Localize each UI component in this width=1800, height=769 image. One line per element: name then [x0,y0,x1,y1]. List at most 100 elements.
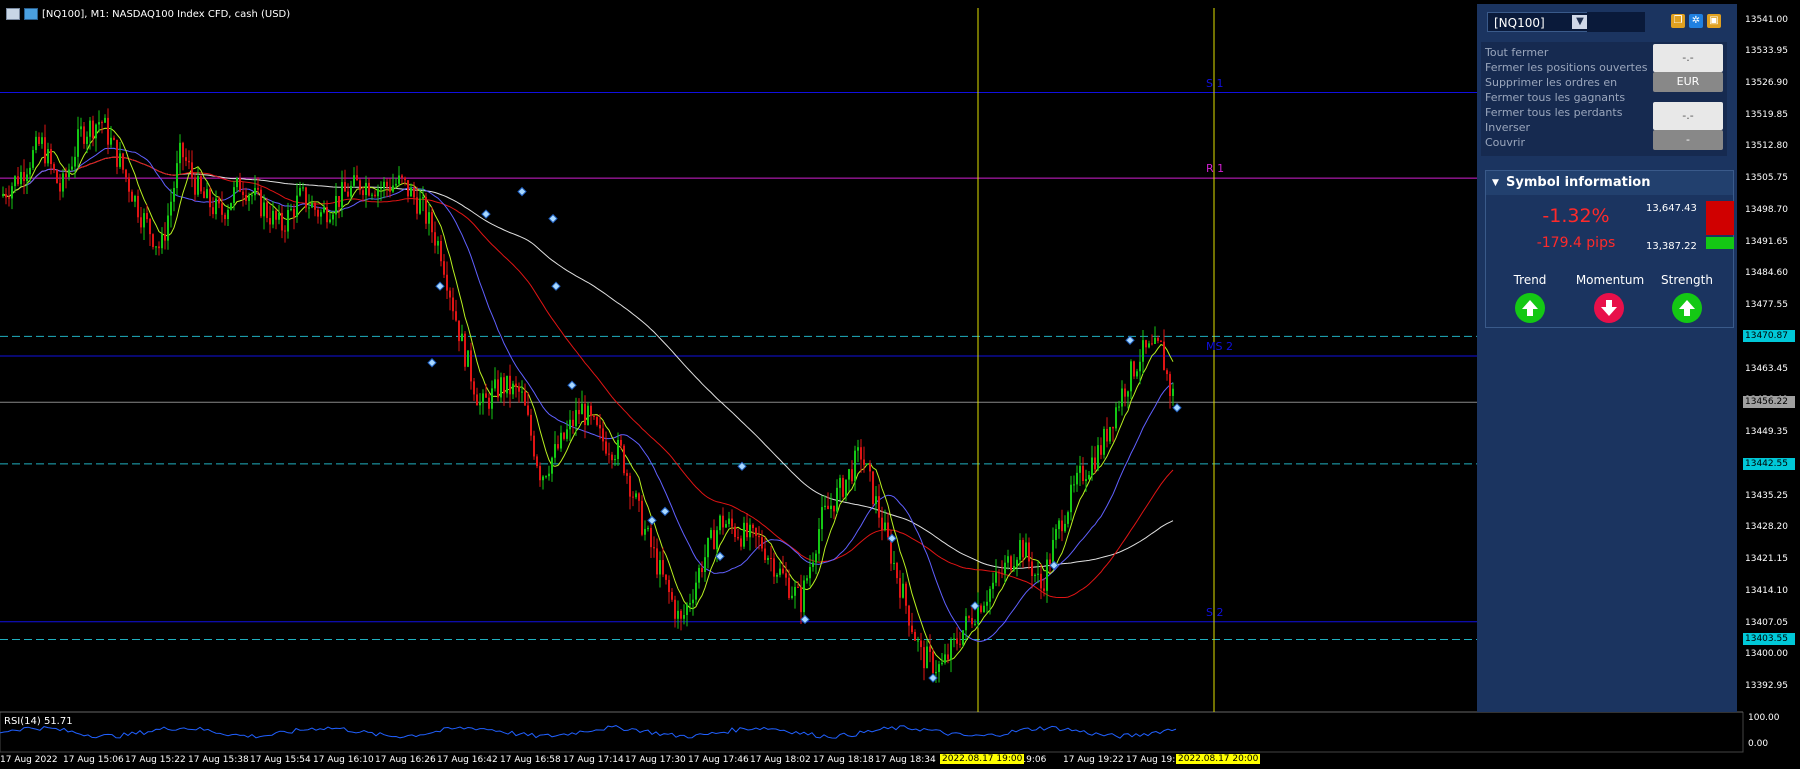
candle-body [461,333,463,342]
chevron-down-icon[interactable]: ▼ [1572,15,1588,29]
candle-body [626,473,628,476]
candle-body [431,212,433,233]
candle-body [173,188,175,202]
dash-button[interactable]: - [1653,130,1723,150]
symbol-info-header[interactable]: ▼ Symbol information [1486,171,1733,195]
candle-body [1133,361,1135,377]
candle-body [158,246,160,249]
candle-body [554,444,556,458]
rsi-label: RSI(14) 51.71 [4,716,73,727]
candle-body [113,137,115,140]
candle-body [185,157,187,161]
candle-body [902,583,904,598]
menu-reverse[interactable]: Inverser [1485,121,1530,134]
candle-body [1172,388,1174,396]
candle-body [95,124,97,139]
chart-window-icon[interactable] [6,8,20,20]
candle-body [878,496,880,518]
pivot-label-1: R 1 [1206,162,1225,176]
rsi-max-label: 100.00 [1748,713,1780,723]
candle-body [617,439,619,460]
candle-body [1076,472,1078,485]
candle-body [809,566,811,579]
collapse-triangle-icon[interactable]: ▼ [1492,171,1499,195]
price-scale[interactable]: 13541.00 13533.95 13526.90 13519.85 13512.80… [1743,0,1800,712]
candle-body [302,187,304,189]
momentum-label: Momentum [1575,273,1645,287]
candle-body [992,582,994,589]
candle-body [230,202,232,210]
time-tick-label: 17 Aug 15:54 [250,755,311,765]
candle-body [1127,391,1129,397]
candle-body [683,615,685,619]
candle-body [710,530,712,538]
menu-close-winners[interactable]: Fermer tous les gagnants [1485,91,1625,104]
candle-body [896,562,898,579]
candle-body [5,194,7,198]
candle-body [77,129,79,157]
candle-body [497,379,499,398]
lot-input[interactable] [1587,12,1645,32]
price-tick-label: 13428.20 [1745,522,1788,533]
price-tick-label: 13498.70 [1745,204,1788,215]
candle-body [548,473,550,477]
time-tick-label: 17 Aug 16:10 [313,755,374,765]
candle-body [1079,465,1081,473]
candle-body [716,530,718,550]
candle-body [350,185,352,197]
candle-body [740,538,742,547]
candle-body [155,246,157,248]
chart-type-icon[interactable] [24,8,38,20]
menu-close-open-positions[interactable]: Fermer les positions ouvertes [1485,61,1648,74]
candle-body [557,444,559,449]
value-button-2[interactable]: -.- [1653,102,1723,130]
candle-body [863,459,865,465]
candle-body [101,122,103,124]
currency-button[interactable]: EUR [1653,72,1723,92]
price-tick-label: 13519.85 [1745,109,1788,120]
candle-body [1130,361,1132,392]
menu-hedge[interactable]: Couvrir [1485,136,1525,149]
candle-body [29,167,31,175]
candle-body [152,234,154,248]
candle-body [677,610,679,619]
candle-body [701,567,703,573]
candle-body [911,625,913,633]
menu-close-all[interactable]: Tout fermer [1485,46,1548,59]
candle-body [362,190,364,196]
menu-close-losers[interactable]: Fermer tous les perdants [1485,106,1622,119]
candle-body [194,177,196,195]
candle-body [251,195,253,197]
candle-body [956,638,958,644]
candle-body [620,439,622,446]
candle-body [884,522,886,531]
time-tick-label: 17 Aug 16:42 [437,755,498,765]
candle-body [1103,428,1105,455]
symbol-selector[interactable]: [NQ100] ▼ [1487,12,1591,32]
candle-body [440,240,442,262]
symbol-info-box: ▼ Symbol information -1.32% -179.4 pips … [1485,170,1734,328]
menu-delete-orders[interactable]: Supprimer les ordres en [1485,76,1617,89]
candle-body [1118,406,1120,408]
candle-body [23,171,25,182]
low-value: 13,387.22 [1646,241,1697,252]
candle-body [38,136,40,144]
candle-body [791,595,793,598]
symbol-name: [NQ100] [1494,16,1545,30]
candle-body [770,557,772,559]
price-tick-label: 13505.75 [1745,173,1788,184]
copy-icon[interactable]: ❐ [1671,14,1685,28]
candle-body [887,522,889,538]
candle-body [449,290,451,298]
candle-body [470,350,472,382]
candle-body [1094,457,1096,470]
signal-marker [551,281,561,291]
gear-icon[interactable]: ✲ [1689,14,1703,28]
time-scale[interactable]: 17 Aug 2022 17 Aug 15:06 17 Aug 15:22 17 Au… [0,752,1800,769]
candle-body [530,414,532,436]
value-button-1[interactable]: -.- [1653,44,1723,72]
candle-body [53,164,55,171]
candle-body [773,558,775,577]
expand-icon[interactable]: ▣ [1707,14,1721,28]
candle-body [221,203,223,215]
